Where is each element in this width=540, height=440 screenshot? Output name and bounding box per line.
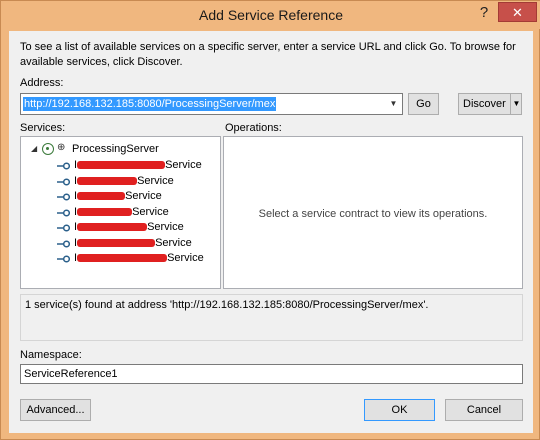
service-contract-item[interactable]: I Service bbox=[57, 252, 217, 266]
title-bar[interactable]: Add Service Reference ? ✕ bbox=[1, 1, 540, 29]
dialog-window: Add Service Reference ? ✕ To see a list … bbox=[0, 0, 540, 440]
interface-icon bbox=[57, 239, 70, 249]
namespace-value: ServiceReference1 bbox=[24, 368, 118, 380]
service-contract-label: I Service bbox=[74, 252, 204, 264]
redaction-mark bbox=[77, 238, 156, 247]
interface-icon bbox=[57, 192, 70, 202]
discover-dropdown-icon[interactable]: ▼ bbox=[510, 93, 522, 115]
service-contract-item[interactable]: I Service bbox=[57, 237, 217, 251]
redaction-mark bbox=[77, 176, 138, 185]
services-label: Services: bbox=[20, 122, 66, 134]
interface-icon bbox=[57, 161, 70, 171]
redaction-mark bbox=[77, 254, 168, 263]
service-name-suffix: Service bbox=[132, 205, 169, 218]
service-name-suffix: Service bbox=[147, 221, 184, 233]
service-contract-label: I Service bbox=[74, 190, 162, 202]
help-button[interactable]: ? bbox=[471, 3, 497, 23]
operations-panel[interactable]: Select a service contract to view its op… bbox=[223, 136, 523, 289]
status-text: 1 service(s) found at address 'http://19… bbox=[25, 299, 429, 311]
intro-text: To see a list of available services on a… bbox=[20, 41, 516, 68]
service-contract-item[interactable]: I Service bbox=[57, 206, 217, 220]
cancel-button[interactable]: Cancel bbox=[445, 399, 523, 421]
service-name-suffix: Service bbox=[165, 159, 202, 171]
service-name-suffix: Service bbox=[155, 236, 192, 249]
services-tree[interactable]: ◢ ⊕ ProcessingServer I Service I Service I Se… bbox=[20, 136, 221, 289]
expand-triangle-icon[interactable]: ◢ bbox=[31, 144, 37, 153]
window-title: Add Service Reference bbox=[199, 7, 343, 23]
discover-label: Discover bbox=[463, 98, 506, 110]
redaction-mark bbox=[77, 192, 126, 201]
service-contract-label: I Service bbox=[74, 237, 192, 249]
namespace-label: Namespace: bbox=[20, 349, 82, 361]
namespace-field[interactable]: ServiceReference1 bbox=[20, 364, 523, 384]
tree-root-label: ProcessingServer bbox=[72, 143, 159, 155]
interface-icon bbox=[57, 223, 70, 233]
chevron-down-icon[interactable]: ▼ bbox=[385, 94, 402, 114]
service-contract-label: I Service bbox=[74, 175, 174, 187]
service-name-suffix: Service bbox=[137, 174, 174, 187]
interface-icon bbox=[57, 254, 70, 264]
service-root-icon bbox=[42, 143, 54, 155]
operations-empty-message: Select a service contract to view its op… bbox=[258, 208, 488, 220]
globe-icon: ⊕ bbox=[57, 142, 66, 153]
service-contract-label: I Service bbox=[74, 206, 169, 218]
redaction-mark bbox=[77, 161, 166, 170]
service-contract-item[interactable]: I Service bbox=[57, 159, 217, 173]
redaction-mark bbox=[77, 207, 133, 216]
service-contract-item[interactable]: I Service bbox=[57, 221, 217, 235]
service-contract-label: I Service bbox=[74, 221, 184, 233]
address-label: Address: bbox=[20, 77, 64, 89]
service-name-suffix: Service bbox=[125, 190, 162, 202]
service-contract-item[interactable]: I Service bbox=[57, 175, 217, 189]
address-input[interactable]: http://192.168.132.185:8080/ProcessingSe… bbox=[23, 97, 277, 111]
status-panel: 1 service(s) found at address 'http://19… bbox=[20, 294, 523, 341]
service-contract-item[interactable]: I Service bbox=[57, 190, 217, 204]
interface-icon bbox=[57, 208, 70, 218]
close-button[interactable]: ✕ bbox=[498, 2, 537, 22]
interface-icon bbox=[57, 177, 70, 187]
ok-button[interactable]: OK bbox=[364, 399, 435, 421]
service-contract-label: I Service bbox=[74, 159, 202, 171]
service-name-suffix: Service bbox=[167, 252, 204, 264]
redaction-mark bbox=[77, 223, 148, 232]
dialog-body: To see a list of available services on a… bbox=[9, 31, 533, 433]
go-button[interactable]: Go bbox=[408, 93, 439, 115]
address-combobox[interactable]: http://192.168.132.185:8080/ProcessingSe… bbox=[20, 93, 403, 115]
operations-label: Operations: bbox=[225, 122, 282, 134]
advanced-button[interactable]: Advanced... bbox=[20, 399, 91, 421]
